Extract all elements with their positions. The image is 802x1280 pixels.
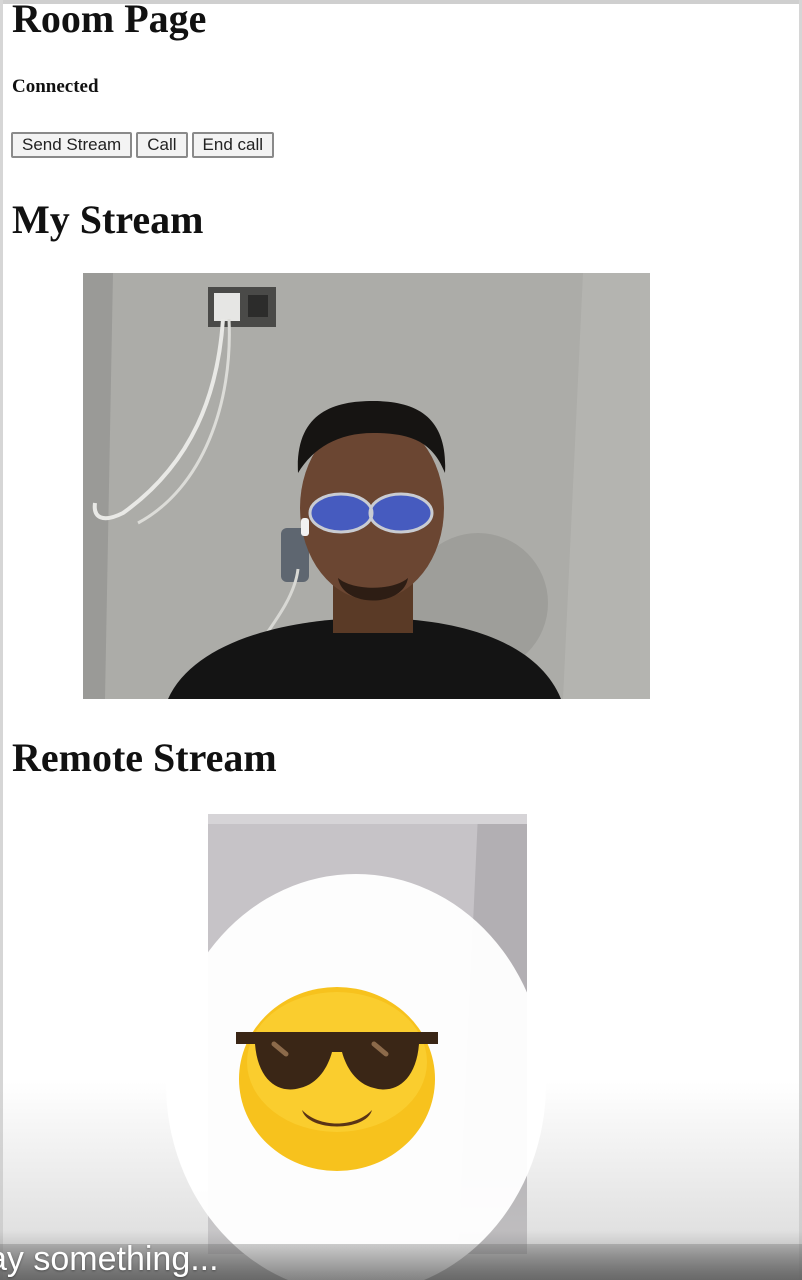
window-left-edge — [0, 0, 3, 1280]
remote-stream-heading: Remote Stream — [12, 735, 277, 780]
my-stream-video — [83, 273, 650, 699]
smiling-face-with-sunglasses-icon — [234, 982, 440, 1177]
my-stream-heading: My Stream — [12, 197, 204, 242]
call-button[interactable]: Call — [136, 132, 188, 158]
call-controls: Send Stream Call End call — [11, 132, 275, 158]
connection-status: Connected — [12, 76, 99, 97]
my-stream-frame — [83, 273, 650, 699]
send-stream-button[interactable]: Send Stream — [11, 132, 133, 158]
comment-input[interactable]: ay something... — [0, 1240, 219, 1279]
page-title: Room Page — [12, 0, 207, 41]
end-call-button[interactable]: End call — [191, 132, 275, 158]
